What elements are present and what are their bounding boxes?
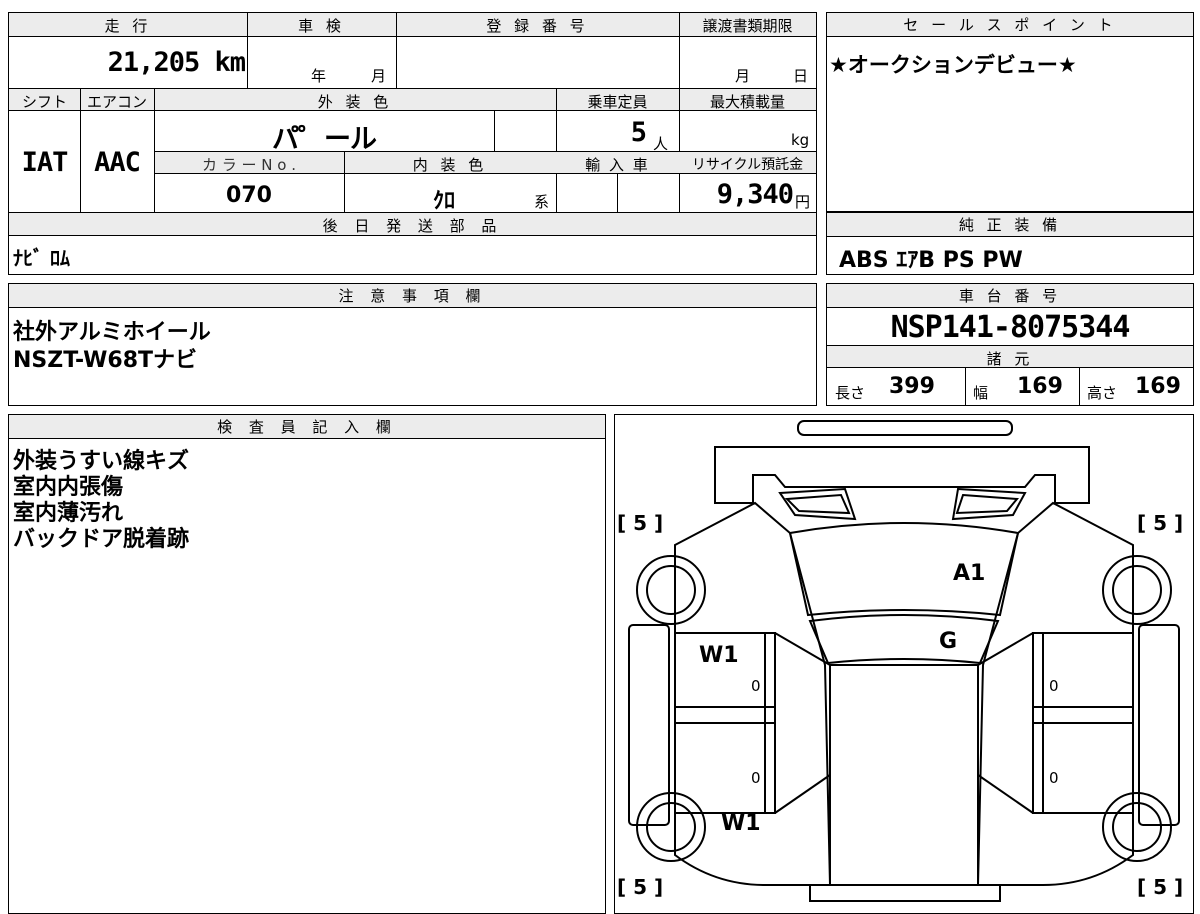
notes-line-2: NSZT-W68Tナビ [13, 348, 198, 373]
inspection-header: 車 検 [298, 17, 345, 35]
transfer-deadline-header: 譲渡書類期限 [702, 17, 793, 35]
standard-equipment-header: 純 正 装 備 [827, 213, 1193, 237]
tire-front-right-label: [ 5 ] [1137, 511, 1184, 535]
tire-rear-right-label: [ 5 ] [1137, 875, 1184, 899]
length-value: 399 [889, 374, 935, 399]
inspector-panel: 検 査 員 記 入 欄 外装うすい線キズ 室内内張傷 室内薄汚れ バックドア脱着… [8, 414, 606, 914]
width-value: 169 [1017, 374, 1063, 399]
vehicle-spec-table: 走 行 車 検 登 録 番 号 譲渡書類期限 21,205 km 年 月 月 日… [8, 12, 817, 275]
exterior-color-header: 外 装 色 [317, 93, 393, 111]
recycle-value: 9,340 [716, 179, 794, 210]
chassis-number: NSP141-8075344 [890, 310, 1131, 345]
mileage-number: 21,205 [107, 47, 201, 78]
mark-rear-left-door: W1 [721, 811, 761, 836]
mileage-header: 走 行 [104, 17, 152, 35]
interior-color-suffix: 系 [534, 193, 550, 211]
zero-mark-4: 0 [1049, 769, 1059, 787]
mark-front-left-door: W1 [699, 643, 739, 668]
inspector-header: 検 査 員 記 入 欄 [9, 415, 605, 439]
mileage-value: 21,205 km [9, 47, 246, 78]
height-label: 高さ [1087, 384, 1118, 402]
max-load-header: 最大積載量 [709, 93, 785, 111]
recycle-unit: 円 [795, 193, 811, 211]
notes-panel: 注 意 事 項 欄 社外アルミホイール NSZT-W68Tナビ [8, 283, 817, 406]
interior-color-value: ｸﾛ [432, 189, 455, 214]
zero-mark-2: 0 [1049, 677, 1059, 695]
later-parts-value: ﾅﾋﾞ ﾛﾑ [13, 246, 70, 270]
specs-header: 諸 元 [986, 350, 1034, 368]
mark-windshield: G [939, 629, 958, 654]
zero-mark-1: 0 [751, 677, 761, 695]
later-parts-header: 後 日 発 送 部 品 [322, 217, 503, 235]
capacity-header: 乗車定員 [587, 93, 648, 111]
deadline-month-unit: 月 [735, 67, 751, 85]
tire-front-left-label: [ 5 ] [617, 511, 664, 535]
shift-header: シフト [21, 93, 67, 111]
car-damage-diagram: [ 5 ] [ 5 ] [ 5 ] [ 5 ] A1 G W1 W1 0 0 0… [614, 414, 1194, 914]
capacity-value: 5 [630, 117, 647, 148]
sales-point-header: セ ー ル ス ポ イ ン ト [827, 13, 1193, 37]
interior-color-header: 内 装 色 [412, 156, 488, 174]
width-label: 幅 [973, 384, 989, 402]
import-header: 輸 入 車 [585, 156, 650, 174]
notes-header: 注 意 事 項 欄 [9, 284, 816, 308]
mileage-unit: km [214, 47, 246, 78]
color-no-header: カ ラ ー N o . [201, 156, 296, 174]
color-no-value: 070 [226, 183, 272, 208]
aircon-header: エアコン [86, 93, 147, 111]
chassis-header: 車 台 番 号 [827, 284, 1193, 308]
sales-point-panel: セ ー ル ス ポ イ ン ト ★オークションデビュー★ [826, 12, 1194, 212]
sales-point-text: ★オークションデビュー★ [829, 53, 1077, 77]
chassis-panel: 車 台 番 号 NSP141-8075344 諸 元 長さ 399 幅 169 … [826, 283, 1194, 406]
registration-header: 登 録 番 号 [486, 17, 589, 35]
inspection-year-unit: 年 [311, 67, 327, 85]
standard-equipment-value: ABS ｴｱB PS PW [839, 248, 1023, 273]
aircon-value: AAC [94, 147, 141, 178]
length-label: 長さ [835, 384, 866, 402]
mark-hood: A1 [953, 561, 986, 586]
zero-mark-3: 0 [751, 769, 761, 787]
tire-rear-left-label: [ 5 ] [617, 875, 664, 899]
standard-equipment-panel: 純 正 装 備 ABS ｴｱB PS PW [826, 212, 1194, 275]
height-value: 169 [1135, 374, 1181, 399]
deadline-day-unit: 日 [793, 67, 809, 85]
recycle-header: リサイクル預託金 [691, 157, 804, 173]
inspection-month-unit: 月 [371, 67, 387, 85]
max-load-unit: kg [791, 131, 810, 149]
shift-value: IAT [21, 147, 69, 178]
inspector-line-4: バックドア脱着跡 [13, 527, 190, 552]
